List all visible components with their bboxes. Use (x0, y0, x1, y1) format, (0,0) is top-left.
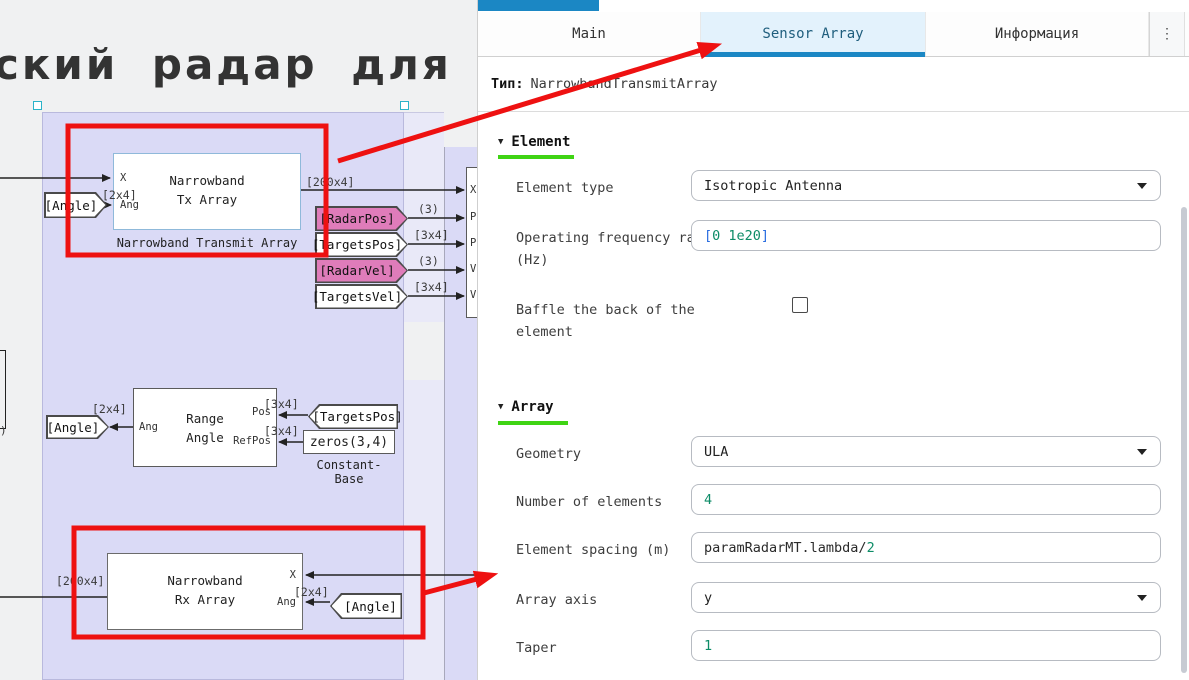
goto-tag-angle[interactable]: [Angle] (46, 415, 109, 439)
section-underline (498, 421, 568, 425)
collapse-triangle-icon: ▼ (498, 402, 503, 412)
tab-main[interactable]: Main (478, 12, 701, 56)
port-label-ang: Ang (139, 421, 158, 433)
block-caption-tx: Narrowband Transmit Array (90, 236, 324, 250)
area-annotation-strip-bottom[interactable] (404, 380, 444, 680)
offscreen-block-edge[interactable] (0, 350, 6, 429)
kebab-menu-icon[interactable]: ⋮ (1149, 12, 1185, 56)
section-header-array[interactable]: ▼ Array (498, 399, 554, 415)
field-label-baffle: Baffle the back of the element (516, 299, 734, 343)
selection-handle[interactable] (33, 101, 42, 110)
from-tag-angle-rx[interactable]: [Angle] (330, 593, 402, 619)
type-label: Тип: (491, 76, 524, 92)
dropdown-geometry[interactable]: ULA (691, 436, 1161, 467)
signal-dim: [200x4] (306, 175, 354, 189)
signal-dim: (3) (418, 254, 439, 268)
from-tag-radarvel[interactable]: [RadarVel] (315, 258, 408, 283)
clipped-signal-label: ) (0, 424, 7, 437)
tab-sensor-array[interactable]: Sensor Array (701, 12, 926, 56)
input-number-of-elements[interactable]: 4 (691, 484, 1161, 515)
collapse-triangle-icon: ▼ (498, 137, 503, 147)
section-header-element[interactable]: ▼ Element (498, 134, 570, 150)
port-label: P (470, 237, 476, 249)
signal-dim: [2x4] (102, 188, 137, 202)
block-narrowband-tx-array[interactable]: Narrowband Tx Array X Ang (113, 153, 301, 230)
scrollbar-thumb[interactable] (1181, 207, 1187, 673)
property-inspector-panel: Main Sensor Array Информация ⋮ Тип: Narr… (477, 0, 1189, 680)
dropdown-array-axis[interactable]: y (691, 582, 1161, 613)
chevron-down-icon (1137, 183, 1147, 189)
block-narrowband-rx-array[interactable]: Narrowband Rx Array X Ang (107, 553, 303, 630)
block-type-row: Тип: NarrowbandTransmitArray (478, 57, 1189, 112)
signal-dim: [2x4] (92, 402, 127, 416)
from-tag-radarpos[interactable]: [RadarPos] (315, 206, 408, 231)
selection-handle[interactable] (400, 101, 409, 110)
chevron-down-icon (1137, 449, 1147, 455)
dropdown-element-type[interactable]: Isotropic Antenna (691, 170, 1161, 201)
type-value: NarrowbandTransmitArray (531, 76, 718, 92)
port-label-x: X (290, 569, 296, 581)
block-constant-zeros[interactable]: zeros(3,4) (303, 430, 395, 454)
tab-information[interactable]: Информация (926, 12, 1149, 56)
port-label: V (470, 263, 476, 275)
from-tag-targetspos[interactable]: [TargetsPos] (315, 232, 408, 257)
panel-tab-bar: Main Sensor Array Информация ⋮ (478, 12, 1189, 57)
block-caption-constant: Constant-Base (303, 458, 395, 486)
port-label: P (470, 211, 476, 223)
from-tag-angle[interactable]: [Angle] (44, 192, 107, 218)
signal-dim: [3x4] (414, 228, 449, 242)
port-label: X (470, 184, 476, 196)
section-underline (498, 155, 574, 159)
signal-dim: [3x4] (264, 424, 299, 438)
port-label-x: X (120, 172, 126, 184)
input-frequency-range[interactable]: [0 1e20] (691, 220, 1161, 251)
port-label: V (470, 289, 476, 301)
from-tag-targetsvel[interactable]: [TargetsVel] (315, 284, 408, 309)
signal-dim: [2x4] (294, 585, 329, 599)
signal-dim: [3x4] (414, 280, 449, 294)
block-range-angle[interactable]: Range Angle Ang Pos RefPos (133, 388, 277, 467)
chevron-down-icon (1137, 595, 1147, 601)
input-taper[interactable]: 1 (691, 630, 1161, 661)
input-element-spacing[interactable]: paramRadarMT.lambda/2 (691, 532, 1161, 563)
simulink-editor: ский радар для обнаруж ) Narrowband Tx A… (0, 0, 1189, 680)
signal-dim: [3x4] (264, 397, 299, 411)
panel-docked-title-tab[interactable] (478, 0, 599, 11)
signal-dim: (3) (418, 202, 439, 216)
from-tag-targetspos-mid[interactable]: [TargetsPos] (308, 404, 398, 429)
signal-dim: [200x4] (56, 574, 104, 588)
checkbox-baffle[interactable] (792, 297, 808, 313)
